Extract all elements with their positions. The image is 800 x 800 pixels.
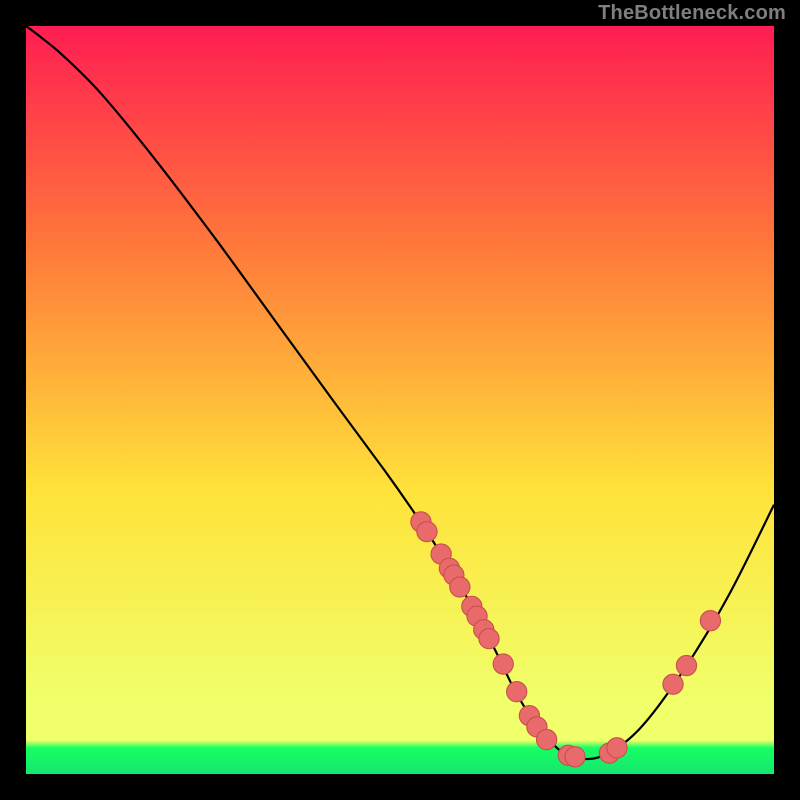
data-point [493,654,513,674]
data-point [507,682,527,702]
data-point [417,522,437,542]
data-point [450,577,470,597]
chart-svg [26,26,774,774]
attribution-label: TheBottleneck.com [598,2,786,25]
data-point [700,611,720,631]
chart-frame: TheBottleneck.com [0,0,800,800]
data-point [676,655,696,675]
data-point [537,729,557,749]
data-point [479,629,499,649]
data-point [663,674,683,694]
data-point [607,738,627,758]
plot-area [26,26,774,774]
data-point [565,747,585,767]
